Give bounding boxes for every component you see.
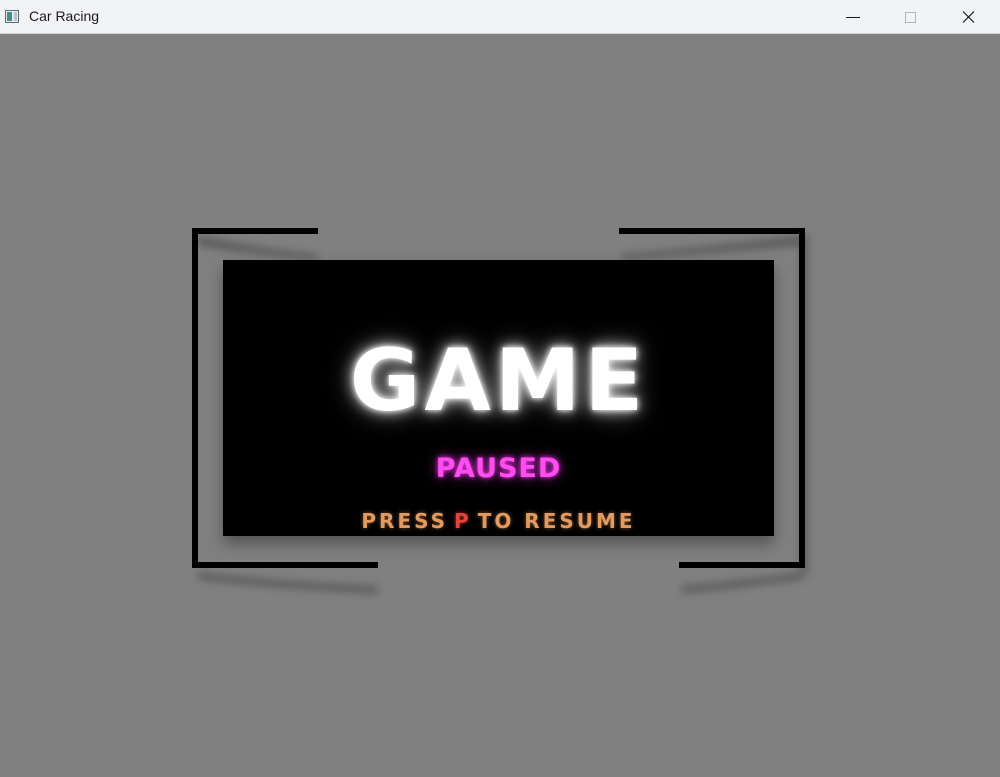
maximize-button[interactable] [882,0,940,34]
app-icon [5,10,19,23]
pause-panel: GAME PAUSED PRESS P TO RESUME [223,260,774,536]
window-title: Car Racing [29,8,100,24]
paused-subheadline: PAUSED [435,453,562,484]
resume-key: P [454,509,472,533]
game-headline: GAME [349,331,648,431]
game-canvas[interactable]: GAME PAUSED PRESS P TO RESUME [0,34,1000,777]
close-button[interactable] [940,0,998,34]
instruction-to-resume: TO RESUME [477,509,636,533]
instruction-press: PRESS [361,509,449,533]
title-bar[interactable]: Car Racing [0,0,1000,34]
minimize-icon [846,17,860,18]
minimize-button[interactable] [824,0,882,34]
close-icon [962,11,975,23]
maximize-icon [905,12,916,23]
resume-instruction: PRESS P TO RESUME [223,511,774,531]
game-window: Car Racing GAME PAUSED PRESS P TO RESUME [0,0,1000,777]
